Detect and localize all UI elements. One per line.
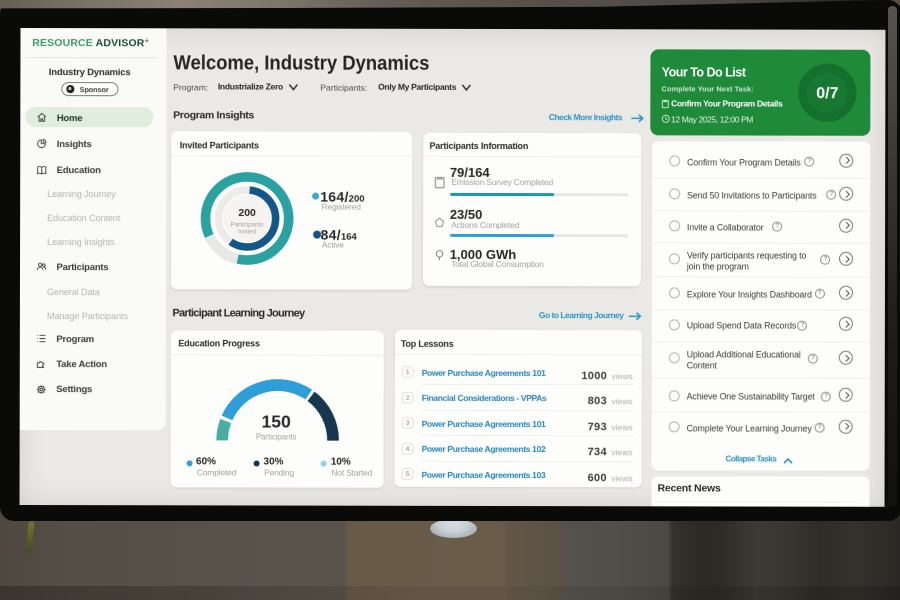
svg-text:Invited: Invited — [238, 227, 257, 234]
svg-text:0/7: 0/7 — [816, 85, 838, 102]
svg-text:200: 200 — [238, 206, 256, 218]
svg-text:Participants: Participants — [230, 220, 263, 227]
